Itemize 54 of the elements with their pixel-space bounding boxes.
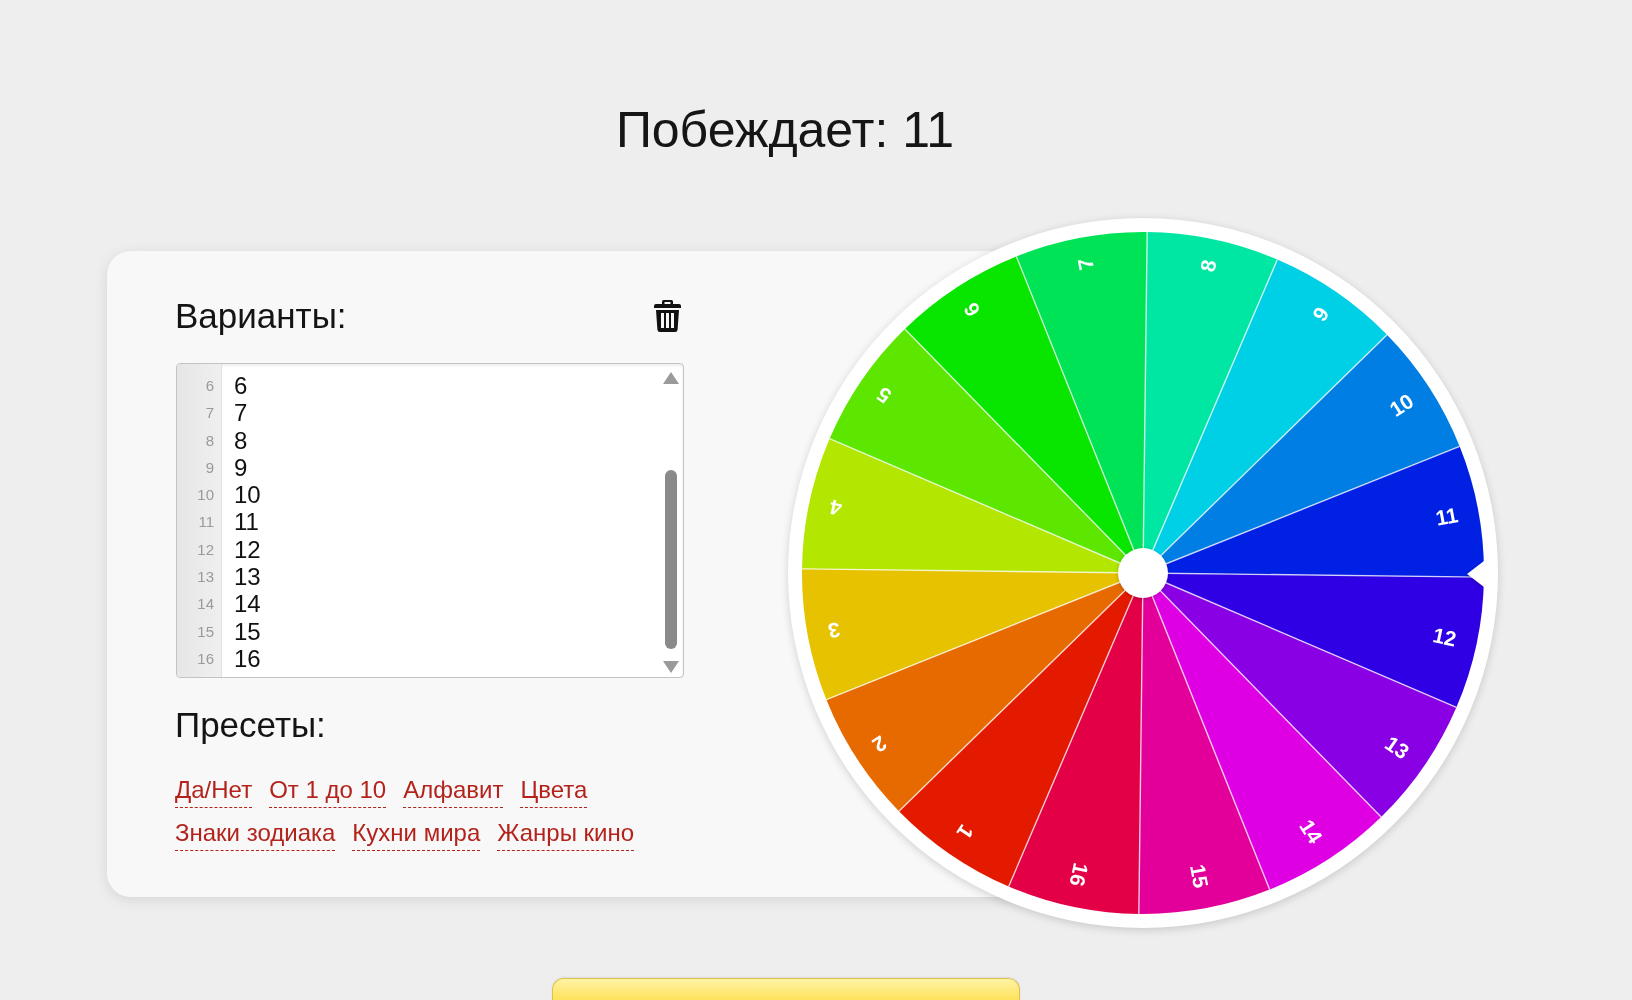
- editor-line: 13: [234, 563, 261, 591]
- line-number: 14: [197, 594, 214, 615]
- line-number: 15: [197, 621, 214, 642]
- scrollbar-thumb[interactable]: [665, 470, 677, 649]
- preset-link[interactable]: От 1 до 10: [269, 775, 387, 808]
- options-editor[interactable]: 6 7 8 9 10 11 12 13 14 15 16 6 7 8 9 10 11 12 13 14 15 16: [176, 363, 684, 678]
- line-number: 12: [197, 539, 214, 560]
- segment-label: 3: [826, 618, 842, 643]
- segment-label: 7: [1073, 256, 1098, 272]
- line-number: 9: [205, 457, 214, 478]
- preset-link[interactable]: Да/Нет: [175, 775, 253, 808]
- line-number: 11: [198, 512, 214, 533]
- segment-label: 5: [872, 382, 896, 409]
- editor-line: 14: [234, 590, 261, 618]
- line-number: 13: [197, 567, 214, 588]
- line-number: 8: [205, 430, 214, 451]
- line-number: 6: [205, 376, 214, 396]
- segment-label: 4: [827, 495, 844, 521]
- options-heading: Варианты:: [175, 295, 347, 337]
- editor-line: 16: [234, 644, 261, 673]
- segment-label: 15: [1186, 862, 1213, 890]
- editor-line: 12: [234, 535, 261, 564]
- preset-link[interactable]: Кухни мира: [352, 818, 481, 851]
- preset-link[interactable]: Цвета: [520, 775, 588, 808]
- segment-label: 1: [952, 820, 979, 844]
- trash-icon[interactable]: [654, 300, 681, 332]
- segment-label: 12: [1430, 623, 1459, 651]
- winner-title: Побеждает: 11: [615, 101, 955, 160]
- line-number: 16: [197, 648, 214, 669]
- up-arrow-icon[interactable]: [663, 372, 679, 384]
- line-number: 7: [205, 403, 214, 424]
- editor-line: 11: [234, 508, 259, 536]
- preset-link[interactable]: Алфавит: [403, 775, 504, 808]
- segment-label: 2: [868, 731, 891, 758]
- presets-heading: Пресеты:: [175, 704, 326, 746]
- segment-label: 14: [1295, 815, 1328, 848]
- editor-line: 7: [234, 399, 248, 427]
- segment-label: 11: [1433, 503, 1460, 530]
- segment-label: 9: [1307, 302, 1334, 326]
- segment-label: 16: [1065, 860, 1093, 889]
- segment-label: 6: [958, 298, 985, 321]
- segment-label: 10: [1385, 388, 1418, 421]
- editor-line: 10: [234, 481, 261, 509]
- preset-link[interactable]: Жанры кино: [497, 818, 635, 851]
- editor-line: 15: [234, 617, 261, 645]
- editor-line: 8: [234, 426, 248, 454]
- preset-link[interactable]: Знаки зодиака: [175, 818, 336, 851]
- editor-line: 6: [234, 372, 248, 400]
- line-number: 10: [197, 485, 214, 506]
- segment-label: 13: [1381, 731, 1414, 764]
- editor-line: 9: [234, 453, 248, 482]
- down-arrow-icon[interactable]: [663, 661, 679, 673]
- action-button[interactable]: [552, 978, 1020, 1000]
- segment-label: 8: [1195, 257, 1221, 274]
